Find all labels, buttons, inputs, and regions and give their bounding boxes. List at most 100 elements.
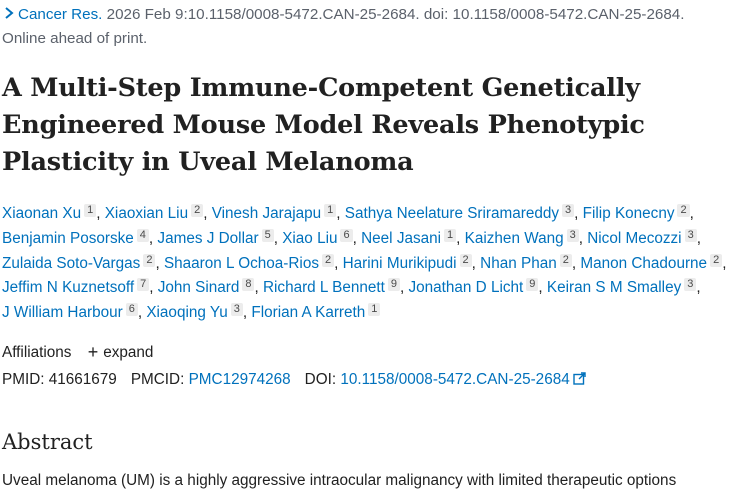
affiliations-row: Affiliations + expand [2, 342, 153, 363]
author-link[interactable]: Nicol Mecozzi [587, 230, 681, 247]
affiliation-badge[interactable]: 3 [566, 228, 579, 242]
author-separator: , [399, 279, 405, 297]
plus-icon: + [87, 342, 99, 362]
author-separator: , [722, 254, 727, 272]
citation-details: 2026 Feb 9:10.1158/0008-5472.CAN-25-2684… [102, 6, 685, 23]
author-item: Florian A Karreth 1 [251, 303, 381, 321]
author-link[interactable]: J William Harbour [2, 304, 123, 321]
author-separator: , [155, 254, 160, 272]
affiliation-badge[interactable]: 1 [444, 228, 457, 242]
pmcid-label: PMCID: [130, 371, 185, 388]
author-link[interactable]: Sathya Neelature Sriramareddy [345, 205, 559, 222]
author-item: Neel Jasani 1, [361, 228, 461, 247]
author-list: Xiaonan Xu 1, Xiaoxian Liu 2, Vinesh Jaraj… [2, 202, 748, 326]
author-item: Sathya Neelature Sriramareddy 3, [345, 204, 579, 222]
author-link[interactable]: Neel Jasani [361, 230, 441, 247]
author-separator: , [149, 279, 154, 297]
affiliation-badge[interactable]: 1 [368, 303, 381, 317]
author-link[interactable]: James J Dollar [157, 230, 258, 247]
author-separator: , [273, 229, 278, 247]
doi-label: DOI: [304, 371, 337, 388]
author-link[interactable]: Zulaida Soto-Vargas [2, 255, 140, 272]
author-link[interactable]: Harini Murikipudi [343, 255, 457, 272]
author-separator: , [696, 229, 701, 247]
author-item: Richard L Bennett 9, [263, 278, 405, 297]
pmid-label: PMID: [2, 371, 45, 388]
author-link[interactable]: Xiaoqing Yu [146, 304, 227, 321]
author-item: Nicol Mecozzi 3, [587, 228, 701, 247]
author-link[interactable]: Keiran S M Smalley [547, 279, 681, 296]
author-separator: , [336, 205, 341, 222]
author-separator: , [352, 229, 357, 247]
author-separator: , [203, 205, 208, 222]
author-link[interactable]: Kaizhen Wang [465, 230, 564, 247]
affiliation-badge[interactable]: 2 [322, 253, 335, 267]
author-item: Manon Chadourne 2, [580, 253, 727, 272]
author-item: J William Harbour 6, [2, 303, 142, 321]
author-link[interactable]: Shaaron L Ochoa-Rios [164, 255, 319, 272]
author-separator: , [471, 254, 476, 272]
author-link[interactable]: Jeffim N Kuznetsoff [2, 279, 134, 296]
author-link[interactable]: John Sinard [158, 279, 240, 296]
author-separator: , [254, 279, 259, 297]
pmcid-link[interactable]: PMC12974268 [189, 371, 291, 388]
affiliation-badge[interactable]: 3 [684, 228, 697, 242]
author-link[interactable]: Vinesh Jarajapu [212, 205, 321, 222]
author-separator: , [96, 205, 101, 222]
author-link[interactable]: Xiao Liu [282, 230, 337, 247]
author-item: Jonathan D Licht 9, [408, 278, 543, 296]
affiliation-badge[interactable]: 2 [677, 204, 690, 217]
author-item: Filip Konecny 2, [583, 204, 694, 222]
affiliation-badge[interactable]: 3 [684, 278, 697, 292]
author-item: Xiaonan Xu 1, [2, 204, 101, 222]
affiliation-badge[interactable]: 2 [459, 253, 472, 267]
journal-link[interactable]: Cancer Res. [18, 6, 102, 23]
affiliation-badge[interactable]: 9 [526, 278, 539, 292]
affiliation-badge[interactable]: 9 [387, 278, 400, 292]
article-title: A Multi-Step Immune-Competent Geneticall… [2, 73, 645, 177]
author-item: Vinesh Jarajapu 1, [212, 204, 341, 222]
author-link[interactable]: Florian A Karreth [251, 304, 365, 321]
author-separator: , [578, 229, 583, 247]
pmid-value: 41661679 [48, 371, 117, 388]
author-link[interactable]: Xiaoxian Liu [105, 205, 188, 222]
author-separator: , [456, 229, 461, 247]
affiliation-badge[interactable]: 1 [324, 204, 337, 217]
expand-affiliations-button[interactable]: + expand [87, 342, 154, 362]
author-link[interactable]: Benjamin Posorske [2, 230, 134, 247]
affiliation-badge[interactable]: 8 [242, 278, 255, 292]
affiliation-badge[interactable]: 3 [230, 303, 243, 317]
author-separator: , [148, 229, 154, 247]
affiliation-badge[interactable]: 6 [125, 303, 138, 317]
author-separator: , [334, 254, 339, 272]
affiliation-badge[interactable]: 2 [710, 253, 723, 267]
affiliation-badge[interactable]: 2 [143, 253, 156, 267]
affiliation-badge[interactable]: 6 [340, 228, 353, 242]
doi-link[interactable]: 10.1158/0008-5472.CAN-25-2684 [340, 371, 586, 388]
affiliation-badge[interactable]: 2 [191, 204, 204, 217]
author-link[interactable]: Nhan Phan [480, 255, 557, 272]
affiliation-badge[interactable]: 5 [261, 228, 274, 242]
author-link[interactable]: Manon Chadourne [580, 255, 707, 272]
author-item: Benjamin Posorske 4, [2, 228, 154, 247]
chevron-right-icon[interactable] [2, 4, 16, 22]
author-item: Xiaoxian Liu 2, [105, 204, 208, 222]
affiliation-badge[interactable]: 2 [559, 253, 572, 267]
author-item: Keiran S M Smalley 3, [547, 278, 701, 296]
expand-label: expand [103, 344, 154, 361]
affiliation-badge[interactable]: 3 [562, 204, 575, 217]
author-link[interactable]: Filip Konecny [583, 205, 675, 222]
author-link[interactable]: Jonathan D Licht [408, 279, 523, 296]
author-item: Xiao Liu 6, [282, 228, 357, 247]
author-separator: , [574, 205, 579, 222]
affiliation-badge[interactable]: 4 [136, 228, 149, 242]
author-link[interactable]: Xiaonan Xu [2, 205, 81, 222]
affiliation-badge[interactable]: 7 [137, 278, 150, 292]
citation-line: Cancer Res. 2026 Feb 9:10.1158/0008-5472… [2, 4, 750, 25]
author-item: Zulaida Soto-Vargas 2, [2, 253, 160, 272]
author-item: Shaaron L Ochoa-Rios 2, [164, 253, 339, 272]
affiliation-badge[interactable]: 1 [84, 204, 97, 217]
identifiers-row: PMID: 41661679 PMCID: PMC12974268 DOI: 10.… [2, 370, 586, 390]
abstract-text: Uveal melanoma (UM) is a highly aggressi… [2, 472, 677, 489]
author-link[interactable]: Richard L Bennett [263, 279, 385, 296]
